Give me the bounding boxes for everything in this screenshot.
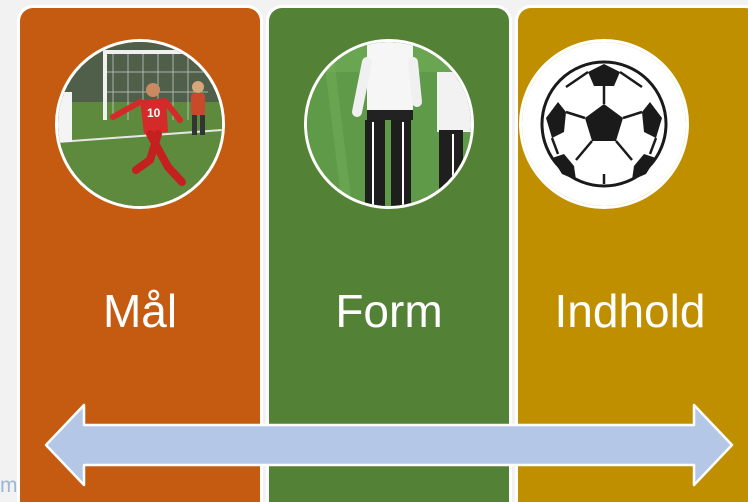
svg-text:10: 10 bbox=[147, 106, 161, 120]
panel-label-maal: Mål bbox=[102, 285, 178, 337]
panel-label-form: Form bbox=[335, 285, 443, 337]
soccer-ball-icon bbox=[519, 39, 689, 209]
football-kick-photo: 10 bbox=[55, 39, 225, 209]
double-headed-arrow bbox=[44, 400, 734, 490]
coaches-on-field-photo bbox=[304, 39, 474, 209]
panel-label-indhold: Indhold bbox=[554, 285, 706, 337]
